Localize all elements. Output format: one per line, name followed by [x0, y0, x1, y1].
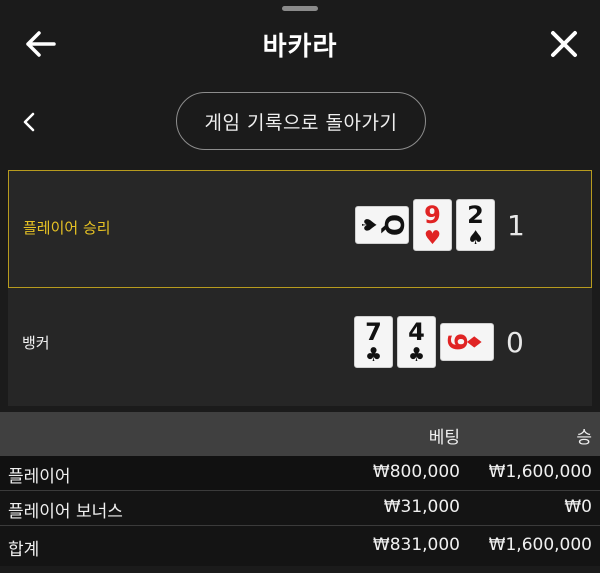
playing-card: 4 ♣: [397, 316, 436, 368]
club-icon: ♣: [364, 344, 383, 366]
playing-card: 9 ♦: [440, 323, 494, 361]
card-rank: 9: [424, 201, 441, 229]
banker-label: 뱅커: [22, 334, 50, 352]
win-column-header: 승: [576, 428, 592, 448]
player-score: 1: [507, 208, 525, 242]
player-cards: ♠ Q 9 ♥ 2 ♠ 1: [355, 199, 525, 251]
round-result-panel: 플레이어 승리 ♠ Q 9 ♥ 2 ♠ 1 뱅커 7 ♣ 4 ♣ 9 ♦ 0: [8, 170, 592, 406]
table-row-total: 합계 ₩831,000 ₩1,600,000: [0, 526, 600, 566]
table-row: 플레이어 ₩800,000 ₩1,600,000: [0, 456, 600, 491]
card-rank: 2: [467, 201, 484, 229]
player-row: 플레이어 승리 ♠ Q 9 ♥ 2 ♠ 1: [8, 170, 592, 288]
chevron-left-icon[interactable]: [16, 106, 44, 138]
banker-score: 0: [506, 325, 524, 359]
playing-card: 9 ♥: [413, 199, 452, 251]
card-rank: 4: [408, 318, 425, 346]
bet-column-header: 베팅: [428, 428, 460, 448]
spade-icon: ♠: [466, 227, 485, 249]
bet-amount: ₩800,000: [372, 462, 460, 482]
playing-card: 7 ♣: [354, 316, 393, 368]
history-nav: 게임 기록으로 돌아가기: [0, 92, 600, 152]
banker-cards: 7 ♣ 4 ♣ 9 ♦ 0: [354, 316, 524, 368]
header: 바카라: [0, 12, 600, 76]
win-amount: ₩1,600,000: [488, 462, 592, 482]
total-win-amount: ₩1,600,000: [488, 535, 592, 555]
heart-icon: ♥: [423, 227, 442, 249]
bet-amount: ₩31,000: [383, 497, 460, 517]
total-bet-amount: ₩831,000: [372, 535, 460, 555]
close-icon[interactable]: [544, 24, 584, 64]
player-result-label: 플레이어 승리: [23, 219, 111, 237]
bets-table-header: 베팅 승: [0, 412, 600, 456]
banker-row: 뱅커 7 ♣ 4 ♣ 9 ♦ 0: [8, 290, 592, 406]
table-row: 플레이어 보너스 ₩31,000 ₩0: [0, 491, 600, 526]
playing-card: ♠ Q: [355, 206, 409, 244]
total-label: 합계: [8, 540, 40, 560]
spade-icon: ♠: [356, 216, 381, 234]
bet-type: 플레이어: [8, 467, 71, 487]
card-rank: Q: [377, 213, 408, 237]
bet-type: 플레이어 보너스: [8, 502, 123, 522]
back-to-history-button[interactable]: 게임 기록으로 돌아가기: [176, 92, 426, 150]
sheet-grabber[interactable]: [282, 6, 318, 11]
playing-card: 2 ♠: [456, 199, 495, 251]
diamond-icon: ♦: [462, 333, 487, 351]
page-title: 바카라: [262, 32, 338, 62]
card-rank: 7: [365, 318, 382, 346]
win-amount: ₩0: [564, 497, 592, 517]
club-icon: ♣: [407, 344, 426, 366]
